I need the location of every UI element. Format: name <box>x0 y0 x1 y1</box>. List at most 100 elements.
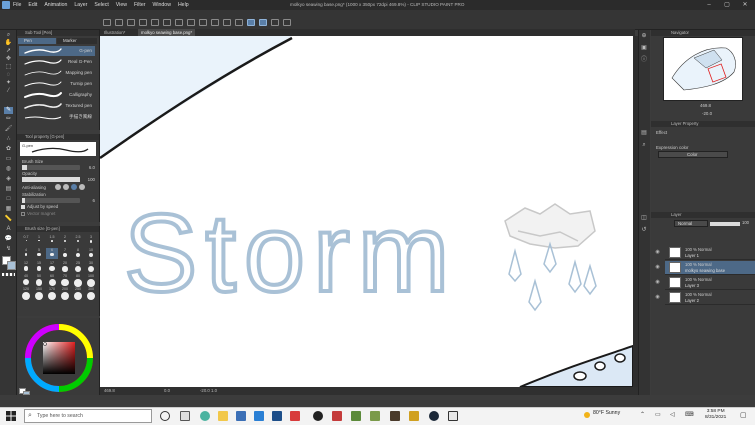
menu-layer[interactable]: Layer <box>74 2 87 8</box>
task-view-icon[interactable] <box>180 411 190 421</box>
brush-size-preset[interactable]: 200 <box>59 287 71 300</box>
opacity-value[interactable]: 100 <box>88 177 95 182</box>
color-wheel[interactable] <box>23 322 95 394</box>
text-tool-icon[interactable]: A <box>4 226 13 233</box>
info-icon[interactable]: ⓘ <box>640 57 648 64</box>
status-zoom[interactable]: 469.8 <box>104 387 115 395</box>
sub-view-icon[interactable]: ▣ <box>640 45 648 52</box>
search-layer-icon[interactable]: ⌕ <box>640 142 648 149</box>
operation-tool-icon[interactable]: ➚ <box>4 48 13 55</box>
close-button[interactable]: ✕ <box>736 0 754 10</box>
layer-visibility-icon[interactable]: ◉ <box>654 294 661 301</box>
ruler-icon[interactable]: 📏 <box>4 216 13 223</box>
brush-size-preset[interactable]: 40 <box>20 274 32 286</box>
brush-size-preset[interactable]: 2.5 <box>72 235 84 246</box>
brush-size-preset[interactable]: 50 <box>33 274 45 286</box>
navigator-angle[interactable]: -20.0 <box>702 111 712 116</box>
brush-size-value[interactable]: 6.0 <box>89 165 95 170</box>
app-icon-red-square[interactable] <box>332 411 342 421</box>
navigator-zoom[interactable]: 469.8 <box>700 103 711 108</box>
brush-turnip-pen[interactable]: Turnip pen <box>19 79 95 89</box>
app-icon-blue[interactable] <box>272 411 282 421</box>
tab-pen[interactable]: Pen <box>18 38 56 44</box>
app-icon-gold[interactable] <box>409 411 419 421</box>
brush-size-preset[interactable]: 150 <box>33 287 45 300</box>
hand-tool-icon[interactable]: ✋ <box>4 40 13 47</box>
brush-size-preset[interactable]: 1 <box>33 235 45 246</box>
lasso-icon[interactable]: ◌ <box>4 72 13 79</box>
stabilization-slider[interactable] <box>22 198 80 203</box>
weather-text[interactable]: 80°F Sunny <box>593 410 620 416</box>
brush-size-preset[interactable]: 6 <box>46 248 58 259</box>
taskbar-clock[interactable]: 3:58 PM 8/31/2021 <box>705 409 726 421</box>
brush-size-preset[interactable]: 1.5 <box>46 235 58 246</box>
brush-handdrawn-line[interactable]: 手描き風線 <box>19 112 95 122</box>
brush-mapping-pen[interactable]: Mapping pen <box>19 68 95 78</box>
antialias-strong-button[interactable] <box>79 184 85 190</box>
expression-color-select[interactable]: Color <box>658 151 728 158</box>
menu-file[interactable]: File <box>13 2 21 8</box>
brush-size-slider[interactable] <box>22 165 80 170</box>
eraser-icon[interactable]: ▭ <box>4 156 13 163</box>
redo-icon[interactable] <box>163 19 171 26</box>
minecraft-icon[interactable] <box>351 411 361 421</box>
open-file-icon[interactable] <box>115 19 123 26</box>
layer-row[interactable]: 100 % Normal Layer 2 <box>665 291 755 305</box>
mail-icon[interactable] <box>254 411 264 421</box>
keyboard-icon[interactable]: ⌨ <box>685 411 694 418</box>
brush-size-preset[interactable]: 0.7 <box>20 235 32 246</box>
snap-ruler-icon[interactable] <box>247 19 255 26</box>
brush-size-preset[interactable]: 300 <box>85 287 97 300</box>
brush-size-preset[interactable]: 7 <box>59 248 71 259</box>
menu-view[interactable]: View <box>116 2 127 8</box>
network-icon[interactable]: ▭ <box>655 411 661 418</box>
airbrush-icon[interactable]: ∴ <box>4 136 13 143</box>
brush-tool-icon[interactable]: 🖌 <box>4 126 13 133</box>
brush-size-preset[interactable]: 8 <box>72 248 84 259</box>
eyedropper-icon[interactable]: ⁄ <box>4 88 13 95</box>
sub-color-swatch[interactable] <box>7 261 16 270</box>
file-explorer-icon[interactable] <box>218 411 228 421</box>
tab-molkyo-seawing-base[interactable]: molkyo seawing base.png* <box>138 29 196 36</box>
history-icon[interactable]: ↺ <box>640 227 648 234</box>
brush-size-preset[interactable]: 170 <box>46 287 58 300</box>
brush-real-g-pen[interactable]: Real G-Pen <box>19 57 95 67</box>
app-icon-dark[interactable] <box>390 411 400 421</box>
antialias-medium-button[interactable] <box>71 184 77 190</box>
deselect-icon[interactable] <box>211 19 219 26</box>
tab-marker[interactable]: Marker <box>57 38 97 44</box>
navigator-preview[interactable] <box>663 37 743 101</box>
figure-icon[interactable]: □ <box>4 196 13 203</box>
brush-size-preset[interactable]: 20 <box>59 261 71 272</box>
brush-size-preset[interactable]: 3 <box>85 235 97 246</box>
fill-icon[interactable] <box>187 19 195 26</box>
antialias-weak-button[interactable] <box>63 184 69 190</box>
pencil-tool-icon[interactable]: ✏ <box>4 116 13 123</box>
blend-icon[interactable]: ◍ <box>4 166 13 173</box>
menu-animation[interactable]: Animation <box>44 2 67 8</box>
layer-opacity-value[interactable]: 100 <box>742 220 749 225</box>
menu-select[interactable]: Select <box>94 2 108 8</box>
selection-tool-icon[interactable]: ⬚ <box>4 64 13 71</box>
brush-textured-pen[interactable]: Textured pen <box>19 101 95 111</box>
transparent-color-icon[interactable] <box>2 273 15 276</box>
blend-mode-select[interactable]: Normal <box>674 220 708 227</box>
zoom-tool-icon[interactable]: ⌕ <box>4 32 13 39</box>
clear-icon[interactable] <box>175 19 183 26</box>
layer-opacity-slider[interactable] <box>710 222 740 226</box>
brush-size-preset[interactable]: 100 <box>85 274 97 287</box>
tab-illustration[interactable]: Illustration* <box>101 29 128 36</box>
save-icon[interactable] <box>127 19 135 26</box>
notifications-icon[interactable]: ▢ <box>740 411 747 419</box>
opacity-slider[interactable] <box>22 177 80 182</box>
clip-studio-icon[interactable] <box>283 19 291 26</box>
layer-property-icon[interactable]: ▤ <box>640 130 648 137</box>
status-angle[interactable]: 0.0 <box>164 387 170 395</box>
tray-chevron-icon[interactable]: ⌃ <box>640 411 645 418</box>
brush-calligraphy[interactable]: Calligraphy <box>19 90 95 100</box>
move-layer-icon[interactable]: ✥ <box>4 56 13 63</box>
snap-special-ruler-icon[interactable] <box>271 19 279 26</box>
transform-icon[interactable] <box>199 19 207 26</box>
frame-icon[interactable]: ▦ <box>4 206 13 213</box>
menu-window[interactable]: Window <box>152 2 170 8</box>
